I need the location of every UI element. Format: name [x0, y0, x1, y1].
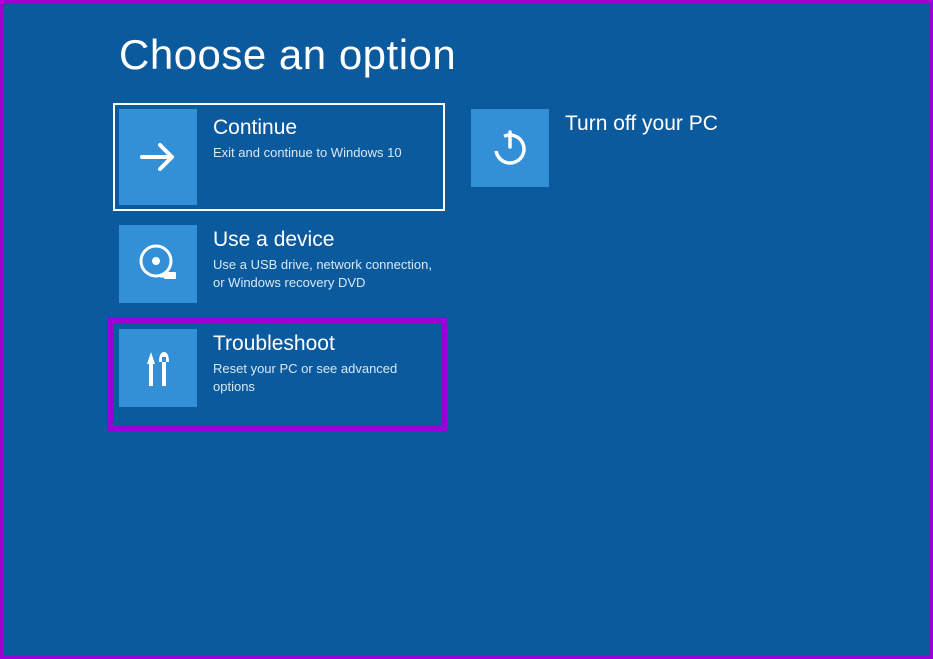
tools-icon — [119, 329, 197, 407]
options-list: Continue Exit and continue to Windows 10… — [119, 109, 930, 431]
use-device-tile[interactable]: Use a device Use a USB drive, network co… — [119, 225, 439, 303]
continue-title: Continue — [213, 115, 439, 140]
continue-desc: Exit and continue to Windows 10 — [213, 144, 439, 162]
device-desc: Use a USB drive, network connection, or … — [213, 256, 439, 291]
disc-usb-icon — [119, 225, 197, 303]
device-title: Use a device — [213, 227, 439, 252]
troubleshoot-desc: Reset your PC or see advanced options — [213, 360, 435, 395]
troubleshoot-tile[interactable]: Troubleshoot Reset your PC or see advanc… — [107, 317, 447, 431]
arrow-right-icon — [119, 109, 197, 205]
power-icon — [471, 109, 549, 187]
turnoff-tile[interactable]: Turn off your PC — [471, 109, 791, 187]
page-title: Choose an option — [119, 31, 930, 79]
continue-tile[interactable]: Continue Exit and continue to Windows 10 — [113, 103, 445, 211]
turnoff-title: Turn off your PC — [565, 111, 791, 136]
troubleshoot-title: Troubleshoot — [213, 331, 435, 356]
